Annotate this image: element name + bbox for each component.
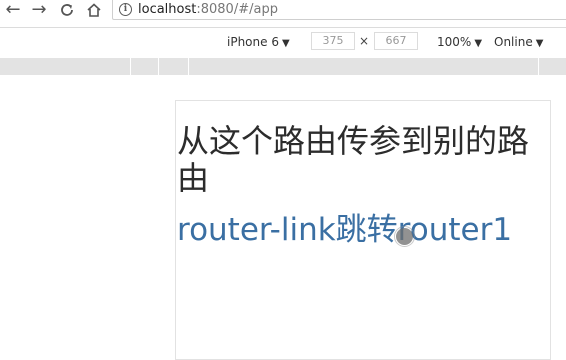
arrow-left-icon[interactable]: ← bbox=[2, 0, 24, 20]
url-path: :8080/#/app bbox=[196, 1, 278, 17]
device-select[interactable]: iPhone 6 ▼ bbox=[227, 35, 290, 49]
dimension-separator: × bbox=[359, 34, 370, 48]
triangle-down-icon: ▼ bbox=[474, 38, 483, 49]
media-query-divider bbox=[538, 58, 539, 75]
address-bar[interactable]: i localhost:8080/#/app bbox=[112, 0, 566, 20]
home-icon[interactable] bbox=[83, 0, 105, 20]
reload-icon[interactable] bbox=[56, 0, 78, 20]
device-select-label: iPhone 6 bbox=[227, 35, 279, 49]
router-link[interactable]: router-link跳转router1 bbox=[177, 212, 512, 248]
browser-toolbar: ← → i localhost:8080/#/app bbox=[0, 0, 566, 23]
media-query-divider bbox=[188, 58, 189, 75]
media-query-bar[interactable] bbox=[0, 58, 566, 75]
viewport-width-input[interactable]: 375 bbox=[311, 32, 355, 50]
viewport-height-input[interactable]: 667 bbox=[374, 32, 418, 50]
device-toolbar: iPhone 6 ▼ 375 × 667 100% ▼ Online ▼ bbox=[0, 28, 566, 57]
url-host: localhost bbox=[138, 1, 197, 17]
arrow-right-icon[interactable]: → bbox=[28, 0, 50, 20]
media-query-divider bbox=[158, 58, 159, 75]
emulated-viewport: 从这个路由传参到别的路由 router-link跳转router1 bbox=[175, 100, 551, 360]
page-heading: 从这个路由传参到别的路由 bbox=[177, 122, 530, 197]
zoom-select-label: 100% bbox=[437, 35, 472, 49]
zoom-select[interactable]: 100% ▼ bbox=[437, 35, 482, 49]
network-throttle-label: Online bbox=[494, 35, 533, 49]
triangle-down-icon: ▼ bbox=[281, 38, 290, 49]
triangle-down-icon: ▼ bbox=[535, 38, 544, 49]
touch-cursor bbox=[396, 228, 413, 245]
media-query-divider bbox=[130, 58, 131, 75]
network-throttle-select[interactable]: Online ▼ bbox=[494, 35, 543, 49]
info-icon[interactable]: i bbox=[119, 2, 132, 16]
